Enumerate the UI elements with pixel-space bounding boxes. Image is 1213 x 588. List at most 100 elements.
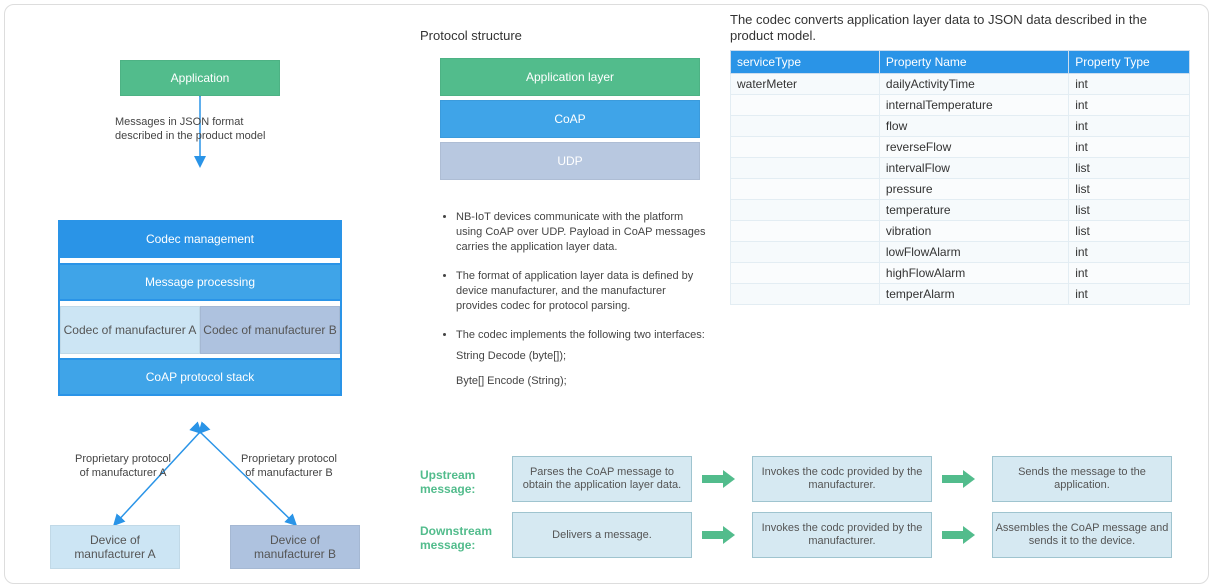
arrow-right-icon [702,526,742,544]
table-cell [731,200,880,221]
table-cell: temperAlarm [879,284,1068,305]
table-row: pressurelist [731,179,1190,200]
table-row: intervalFlowlist [731,158,1190,179]
table-cell: highFlowAlarm [879,263,1068,284]
table-cell [731,221,880,242]
table-cell: list [1069,221,1190,242]
table-cell: int [1069,116,1190,137]
table-cell [731,95,880,116]
table-cell: intervalFlow [879,158,1068,179]
bullet-2: The format of application layer data is … [456,269,710,314]
protocol-udp-label: UDP [557,154,582,168]
codec-b-box: Codec of manufacturer B [200,306,340,354]
upstream-step-1: Parses the CoAP message to obtain the ap… [512,456,692,502]
bullet-3: The codec implements the following two i… [456,328,710,343]
upstream-step-2: Invokes the codc provided by the manufac… [752,456,932,502]
protocol-coap-box: CoAP [440,100,700,138]
prop-b-1: Proprietary protocol [241,453,337,465]
table-cell: flow [879,116,1068,137]
interface-encode: Byte[] Encode (String); [456,374,710,389]
bullet-1: NB-IoT devices communicate with the plat… [456,210,710,255]
json-msg-caption-1: Messages in JSON format [115,116,243,128]
table-row: lowFlowAlarmint [731,242,1190,263]
arrow-right-icon [702,470,742,488]
application-label: Application [171,71,230,85]
protocol-app-layer-label: Application layer [526,70,614,84]
table-row: highFlowAlarmint [731,263,1190,284]
downstream-step-3-text: Assembles the CoAP message and sends it … [995,522,1169,548]
device-b-label: Device of manufacturer B [233,533,357,561]
upstream-label-text: Upstream message: [420,468,475,496]
prop-a-2: of manufacturer A [80,467,167,479]
upstream-step-3-text: Sends the message to the application. [995,466,1169,492]
table-cell: lowFlowAlarm [879,242,1068,263]
bullets-list: NB-IoT devices communicate with the plat… [440,210,710,399]
json-msg-caption-2: described in the product model [115,130,265,142]
table-cell: int [1069,74,1190,95]
table-caption: The codec converts application layer dat… [730,12,1190,44]
msg-processing-box: Message processing [58,263,342,301]
table-cell [731,263,880,284]
table-cell [731,116,880,137]
application-box: Application [120,60,280,96]
prop-protocol-a-caption: Proprietary protocol of manufacturer A [58,452,188,480]
table-cell [731,242,880,263]
col-propertyname: Property Name [879,51,1068,74]
table-cell: pressure [879,179,1068,200]
table-cell: reverseFlow [879,137,1068,158]
table-row: waterMeterdailyActivityTimeint [731,74,1190,95]
device-a-box: Device of manufacturer A [50,525,180,569]
device-a-label: Device of manufacturer A [53,533,177,561]
protocol-coap-label: CoAP [554,112,585,126]
table-row: temperaturelist [731,200,1190,221]
downstream-step-1-text: Delivers a message. [552,529,652,542]
table-cell: int [1069,137,1190,158]
codec-mgmt-label: Codec management [146,232,254,246]
interface-decode: String Decode (byte[]); [456,349,710,364]
codec-a-label: Codec of manufacturer A [64,323,197,337]
table-cell [731,137,880,158]
product-model-table: serviceType Property Name Property Type … [730,50,1190,305]
table-cell: list [1069,158,1190,179]
table-cell: vibration [879,221,1068,242]
table-cell: int [1069,284,1190,305]
table-row: temperAlarmint [731,284,1190,305]
downstream-label: Downstream message: [420,524,510,552]
table-cell: list [1069,200,1190,221]
table-cell [731,158,880,179]
table-cell: int [1069,242,1190,263]
json-msg-caption: Messages in JSON format described in the… [115,115,315,143]
arrow-right-icon [942,526,982,544]
table-cell: temperature [879,200,1068,221]
col-servicetype: serviceType [731,51,880,74]
codec-mgmt-box: Codec management [58,220,342,258]
msg-processing-label: Message processing [145,275,255,289]
upstream-label: Upstream message: [420,468,510,496]
protocol-structure-heading: Protocol structure [420,28,522,43]
upstream-step-2-text: Invokes the codc provided by the manufac… [755,466,929,492]
coap-stack-box: CoAP protocol stack [58,358,342,396]
table-cell: internalTemperature [879,95,1068,116]
table-row: vibrationlist [731,221,1190,242]
protocol-udp-box: UDP [440,142,700,180]
table-cell [731,284,880,305]
table-cell: waterMeter [731,74,880,95]
codec-a-box: Codec of manufacturer A [60,306,200,354]
table-cell: int [1069,95,1190,116]
table-row: reverseFlowint [731,137,1190,158]
arrow-right-icon [942,470,982,488]
table-cell: int [1069,263,1190,284]
table-cell: list [1069,179,1190,200]
table-cell [731,179,880,200]
protocol-app-layer-box: Application layer [440,58,700,96]
table-header-row: serviceType Property Name Property Type [731,51,1190,74]
table-cell: dailyActivityTime [879,74,1068,95]
downstream-step-2-text: Invokes the codc provided by the manufac… [755,522,929,548]
codec-b-label: Codec of manufacturer B [203,323,336,337]
device-b-box: Device of manufacturer B [230,525,360,569]
coap-stack-label: CoAP protocol stack [146,370,255,384]
table-row: flowint [731,116,1190,137]
upstream-step-3: Sends the message to the application. [992,456,1172,502]
downstream-step-1: Delivers a message. [512,512,692,558]
downstream-step-3: Assembles the CoAP message and sends it … [992,512,1172,558]
